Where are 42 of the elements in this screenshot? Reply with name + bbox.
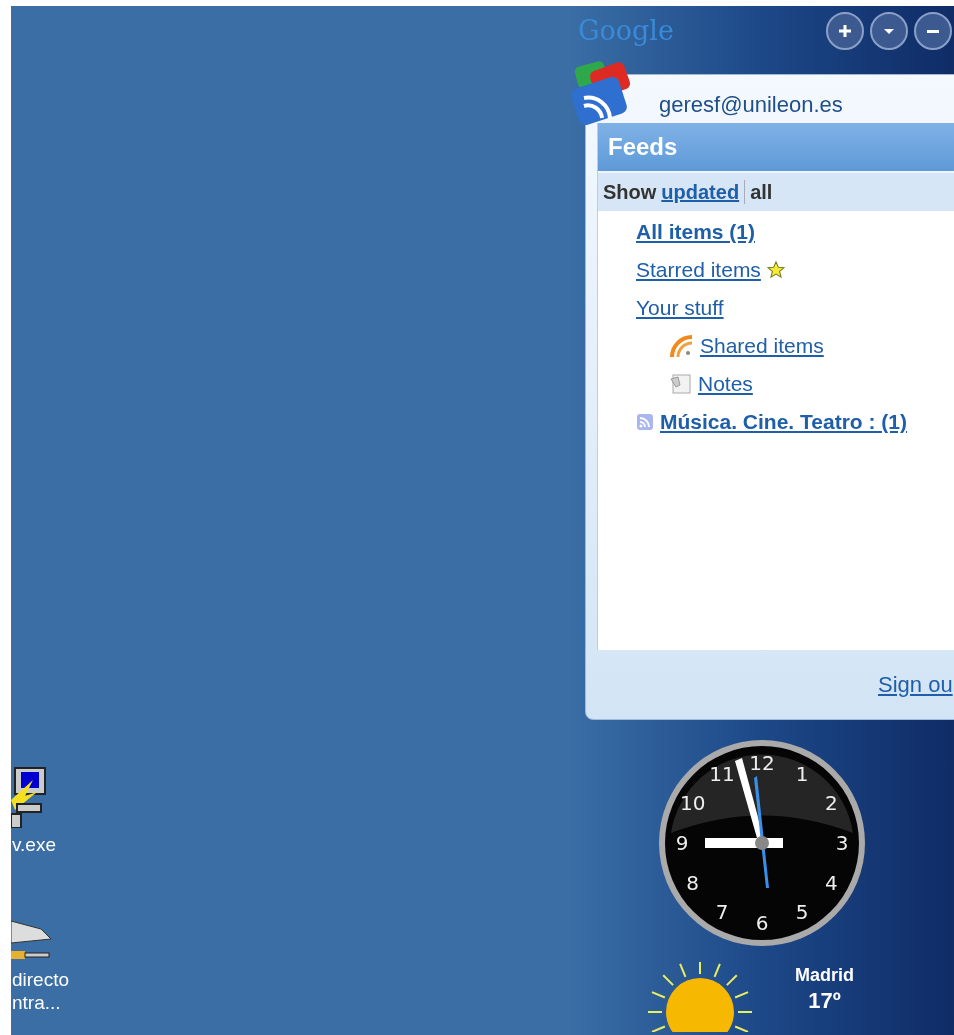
sign-out-link[interactable]: Sign ou: [878, 668, 953, 701]
menu-button[interactable]: [870, 12, 908, 50]
temperature: 17º: [808, 989, 841, 1013]
minimize-button[interactable]: [914, 12, 952, 50]
clock-numeral: 7: [715, 900, 729, 925]
account-email: geresf@unileon.es: [659, 92, 843, 117]
icon-label: ntra...: [12, 992, 61, 1014]
clock-numeral: 6: [755, 911, 769, 935]
feed-link[interactable]: All items (1): [636, 216, 756, 248]
clock-numeral: 4: [824, 871, 838, 895]
show-label: Show: [603, 180, 657, 205]
caret-icon: [884, 28, 894, 34]
icon-label: v.exe: [12, 833, 56, 857]
google-logo: Google: [578, 13, 674, 48]
feed-icon: [636, 413, 654, 431]
feed-link[interactable]: Música. Cine. Teatro : (1): [660, 406, 907, 438]
feed-link[interactable]: Starred items: [636, 254, 761, 286]
add-button[interactable]: [826, 12, 864, 50]
clock-numeral: 9: [675, 831, 689, 855]
feed-link[interactable]: Shared items: [700, 330, 824, 362]
clock-numeral: 1: [795, 761, 809, 786]
plus-icon: [839, 25, 851, 37]
icon-label: directo: [12, 968, 70, 992]
computer-icon[interactable]: [11, 764, 49, 828]
filter-link[interactable]: all: [750, 177, 773, 207]
city-name: Madrid: [795, 964, 854, 987]
clock-numeral: 11: [709, 761, 735, 786]
panel-title: Feeds: [608, 132, 678, 162]
note-icon: [670, 373, 692, 395]
feed-link[interactable]: Notes: [698, 368, 753, 400]
filter-link[interactable]: updated: [661, 177, 740, 207]
clock-numeral: 2: [824, 791, 838, 815]
sun-icon: [645, 962, 755, 1032]
minus-icon: [927, 29, 939, 33]
feed-link[interactable]: Your stuff: [636, 292, 724, 324]
star-icon: [766, 261, 785, 279]
shared-feed-icon: [670, 335, 694, 357]
clock-numeral: 5: [795, 900, 809, 925]
clock-numeral: 3: [835, 831, 849, 855]
clock-numeral: 8: [686, 871, 700, 895]
clock-numeral: 10: [680, 791, 706, 815]
clock-numeral: 12: [749, 751, 775, 775]
